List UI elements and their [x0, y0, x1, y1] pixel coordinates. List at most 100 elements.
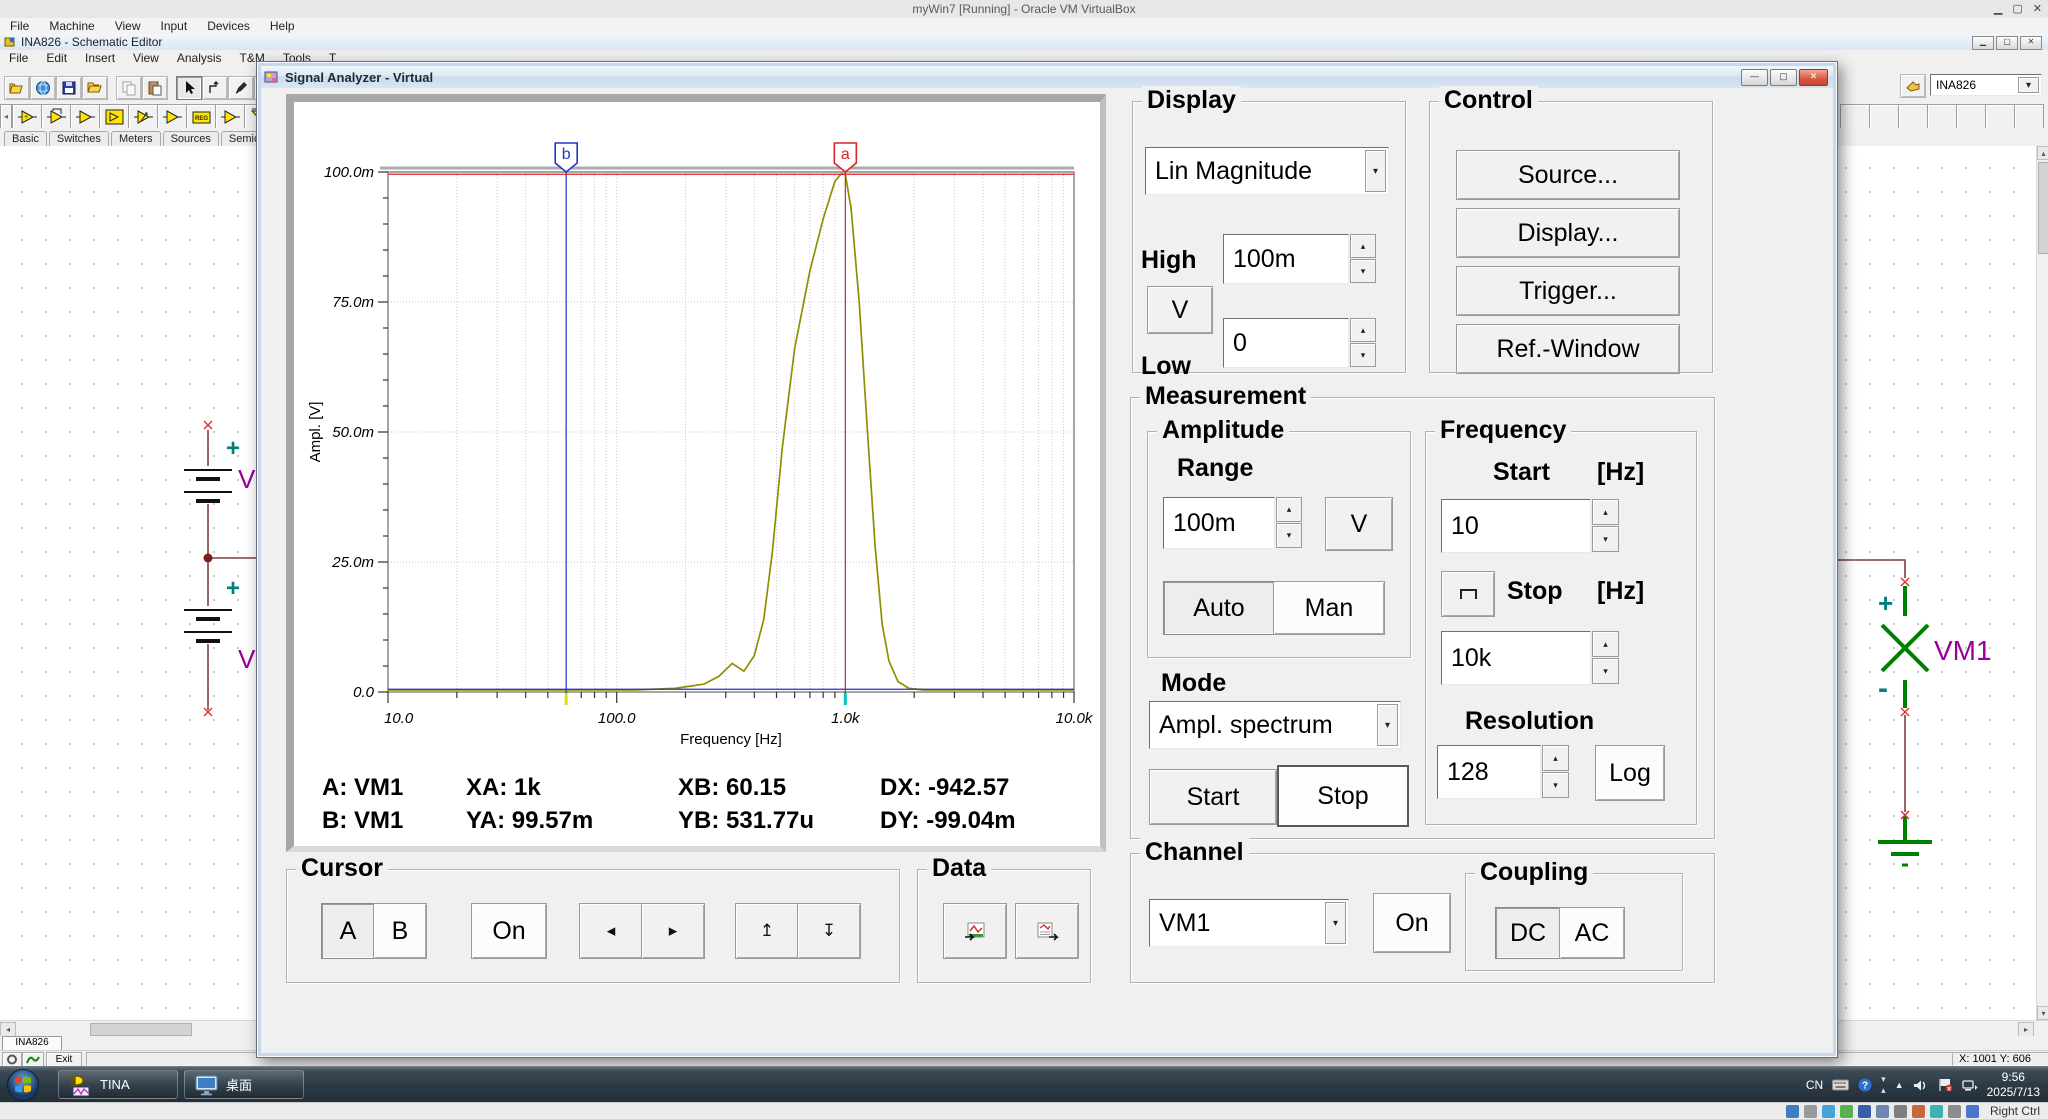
display-high-spinner[interactable]: ▴▾ [1350, 234, 1376, 284]
spin-up-icon[interactable]: ▴ [1350, 318, 1376, 342]
cursor-b-button[interactable]: B [373, 903, 427, 959]
editor-menu-file[interactable]: File [0, 51, 37, 65]
sheet-tab[interactable]: INA826 [2, 1036, 62, 1051]
component-opamp-button[interactable] [70, 104, 100, 129]
stop-button[interactable]: Stop [1277, 765, 1409, 827]
dropdown-icon[interactable]: ▾ [2018, 77, 2039, 93]
scroll-right-icon[interactable]: ▸ [2018, 1022, 2034, 1037]
tab-basic[interactable]: Basic [4, 131, 47, 146]
component-regulator-button[interactable]: REG [186, 104, 216, 129]
network-icon[interactable] [1962, 1079, 1978, 1092]
component-buffer-button[interactable] [157, 104, 187, 129]
scroll-left-icon[interactable]: ◂ [0, 1022, 16, 1037]
spin-down-icon[interactable]: ▾ [1592, 526, 1619, 552]
component-scroll-left[interactable]: ◂ [0, 104, 12, 129]
range-field[interactable]: 100m [1163, 497, 1275, 549]
control-trigger-button[interactable]: Trigger... [1456, 266, 1680, 316]
features-icon[interactable] [1930, 1105, 1943, 1118]
battery-source-1[interactable] [184, 470, 232, 501]
tab-sources[interactable]: Sources [163, 131, 219, 146]
component-opamp-plus-button[interactable]: + [12, 104, 42, 129]
mouse-integration-icon[interactable] [1948, 1105, 1961, 1118]
taskbar-tina-button[interactable]: TINA [58, 1070, 178, 1099]
cursor-jump-max-button[interactable]: ↥ [735, 903, 799, 959]
channel-combo[interactable]: VM1 ▾ [1149, 899, 1349, 947]
vbox-maximize-icon[interactable]: ▢ [2012, 2, 2022, 15]
resolution-spinner[interactable]: ▴▾ [1542, 745, 1569, 799]
log-button[interactable]: Log [1595, 745, 1665, 801]
vbox-menu-help[interactable]: Help [260, 19, 305, 33]
shared-folder-icon[interactable] [1876, 1105, 1889, 1118]
status-tool-button-1[interactable] [2, 1052, 22, 1067]
editor-minimize-icon[interactable]: ▁ [1972, 36, 1994, 50]
analyzer-titlebar[interactable]: Signal Analyzer - Virtual — ▢ ✕ [261, 66, 1833, 88]
input-language-indicator[interactable]: CN [1806, 1078, 1823, 1092]
editor-maximize-icon[interactable]: ▢ [1996, 36, 2018, 50]
paste-button[interactable] [142, 76, 168, 100]
vbox-menu-file[interactable]: File [0, 19, 39, 33]
display-icon[interactable] [1894, 1105, 1907, 1118]
sweep-link-button[interactable] [1441, 571, 1495, 617]
show-desktop-peek-icon[interactable]: ▲ [1895, 1080, 1904, 1090]
coupling-ac-button[interactable]: AC [1559, 907, 1625, 959]
analyzer-close-icon[interactable]: ✕ [1799, 69, 1828, 86]
internet-button[interactable] [30, 76, 56, 100]
cursor-step-right-button[interactable]: ▸ [641, 903, 705, 959]
display-unit-button[interactable]: V [1147, 286, 1213, 334]
display-low-field[interactable]: 0 [1223, 318, 1349, 368]
open-file-button[interactable] [4, 76, 30, 100]
range-unit-button[interactable]: V [1325, 497, 1393, 551]
editor-menu-analysis[interactable]: Analysis [168, 51, 231, 65]
cursor-on-button[interactable]: On [471, 903, 547, 959]
editor-close-icon[interactable]: ✕ [2020, 36, 2042, 50]
tab-switches[interactable]: Switches [49, 131, 109, 146]
component-opamp-arrow-button[interactable] [128, 104, 158, 129]
status-tool-button-2[interactable] [22, 1052, 44, 1067]
component-opamp2-button[interactable] [215, 104, 245, 129]
start-button[interactable]: Start [1149, 769, 1277, 825]
cursor-step-left-button[interactable]: ◂ [579, 903, 643, 959]
action-center-flag-icon[interactable]: x [1938, 1078, 1953, 1092]
scroll-down-icon[interactable]: ▾ [2037, 1006, 2048, 1020]
spin-up-icon[interactable]: ▴ [1542, 745, 1569, 771]
keyboard-capture-icon[interactable] [1966, 1105, 1979, 1118]
ground-symbol[interactable] [1878, 816, 1932, 865]
vbox-close-icon[interactable]: ✕ [2033, 2, 2042, 15]
editor-menu-insert[interactable]: Insert [76, 51, 124, 65]
export-data-button[interactable] [1015, 903, 1079, 959]
display-low-spinner[interactable]: ▴▾ [1350, 318, 1376, 368]
display-high-field[interactable]: 100m [1223, 234, 1349, 284]
spin-down-icon[interactable]: ▾ [1350, 343, 1376, 367]
vscroll-thumb[interactable] [2038, 162, 2048, 254]
analyzer-maximize-icon[interactable]: ▢ [1770, 69, 1797, 86]
spectrum-plot[interactable]: 100.0m75.0m50.0m25.0m0.010.0100.01.0k10.… [294, 102, 1100, 846]
show-hidden-icons[interactable]: ▾▴ [1881, 1074, 1886, 1096]
spin-up-icon[interactable]: ▴ [1592, 499, 1619, 525]
scroll-up-icon[interactable]: ▴ [2037, 146, 2048, 160]
dropdown-icon[interactable]: ▾ [1325, 902, 1346, 944]
export-curve-button[interactable] [943, 903, 1007, 959]
control-source-button[interactable]: Source... [1456, 150, 1680, 200]
control-display-button[interactable]: Display... [1456, 208, 1680, 258]
audio-icon[interactable] [1822, 1105, 1835, 1118]
vbox-minimize-icon[interactable]: ▁ [1994, 2, 2002, 15]
network-adapter-icon[interactable] [1840, 1105, 1853, 1118]
spin-down-icon[interactable]: ▾ [1350, 259, 1376, 283]
cursor-jump-min-button[interactable]: ↧ [797, 903, 861, 959]
document-selector[interactable]: INA826 ▾ [1930, 74, 2042, 96]
vbox-menu-view[interactable]: View [105, 19, 151, 33]
help-icon[interactable]: ? [1858, 1078, 1872, 1092]
open-folder-button[interactable] [82, 76, 108, 100]
spin-down-icon[interactable]: ▾ [1276, 523, 1302, 548]
editor-menu-edit[interactable]: Edit [37, 51, 76, 65]
volume-icon[interactable] [1913, 1079, 1929, 1092]
dropdown-icon[interactable]: ▾ [1377, 704, 1398, 746]
range-spinner[interactable]: ▴▾ [1276, 497, 1302, 549]
component-feedback-amp-button[interactable] [41, 104, 71, 129]
spin-up-icon[interactable]: ▴ [1276, 497, 1302, 522]
vbox-menu-machine[interactable]: Machine [39, 19, 104, 33]
cursor-a-button[interactable]: A [321, 903, 375, 959]
save-button[interactable] [56, 76, 82, 100]
taskbar-desktop-button[interactable]: 桌面 [184, 1070, 304, 1099]
freq-start-field[interactable]: 10 [1441, 499, 1591, 553]
